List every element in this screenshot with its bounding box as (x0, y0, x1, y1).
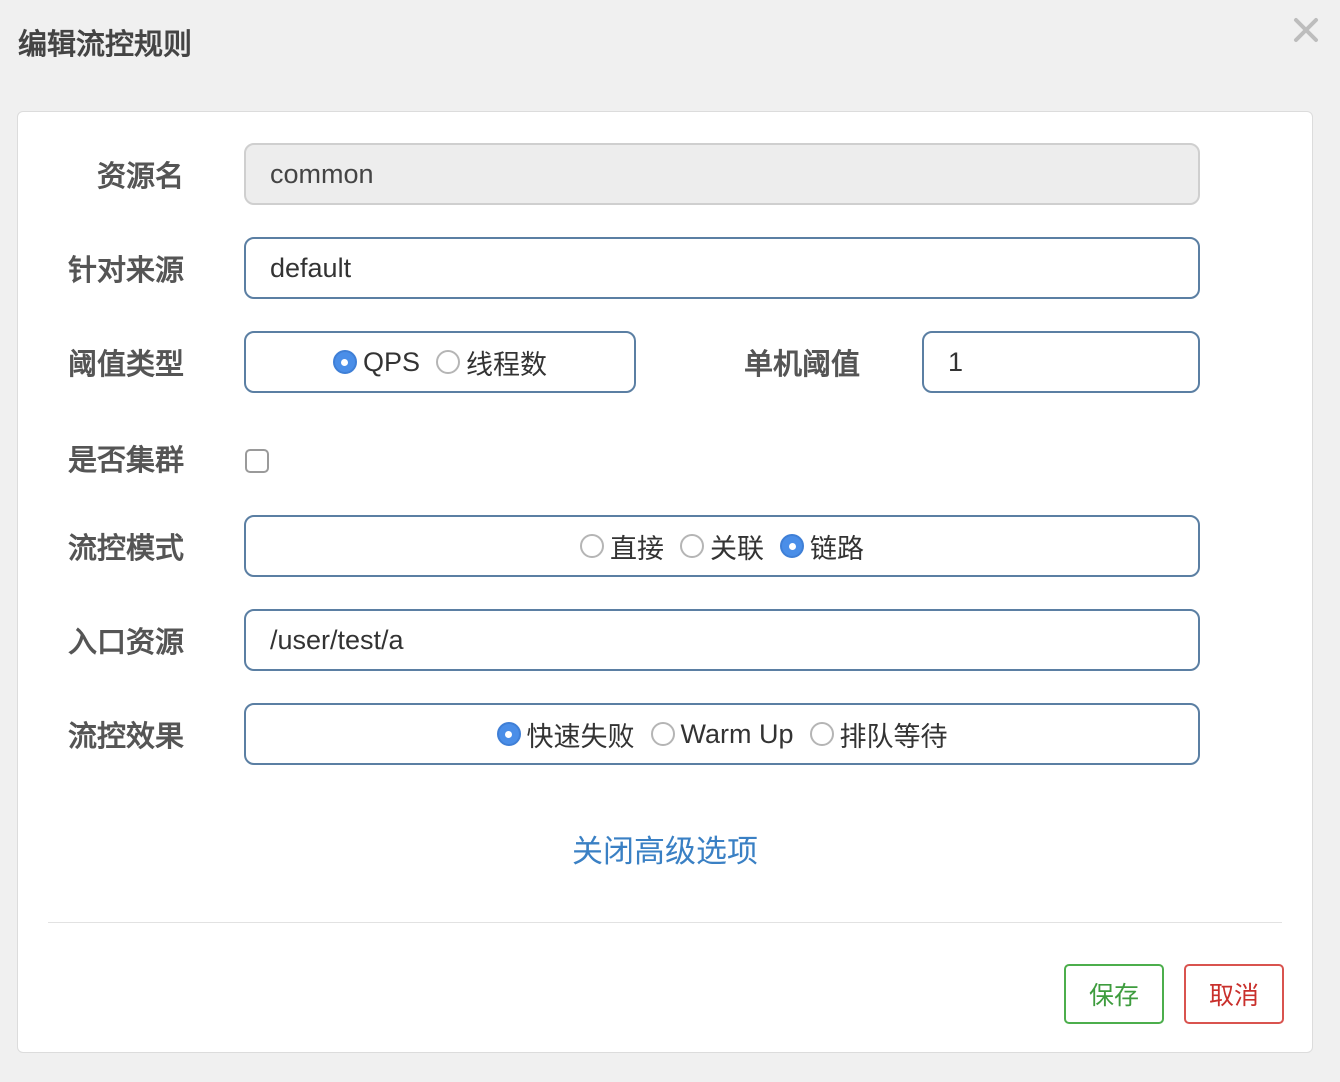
resource-input[interactable] (244, 143, 1200, 205)
radio-label: 关联 (710, 533, 764, 564)
threshold-type-group: QPS 线程数 (244, 331, 636, 393)
radio-label: 线程数 (466, 349, 548, 380)
flow-mode-chain[interactable]: 链路 (780, 527, 864, 566)
save-button[interactable]: 保存 (1064, 964, 1164, 1024)
threshold-type-qps[interactable]: QPS (332, 346, 421, 378)
rule-form-panel: 资源名 针对来源 阈值类型 QPS 线程数 单机阈值 是否集群 流控模式 直接 … (17, 111, 1313, 1053)
origin-input[interactable] (244, 237, 1200, 299)
single-threshold-label: 单机阈值 (743, 347, 860, 381)
flow-mode-label: 流控模式 (67, 531, 184, 565)
radio-label: 快速失败 (526, 721, 635, 752)
entry-resource-input[interactable] (244, 609, 1200, 671)
radio-label: Warm Up (680, 718, 794, 749)
flow-effect-group: 快速失败 Warm Up 排队等待 (244, 703, 1200, 765)
flow-effect-queue[interactable]: 排队等待 (809, 715, 948, 754)
cluster-checkbox[interactable] (245, 449, 269, 473)
threshold-type-label: 阈值类型 (67, 347, 184, 381)
radio-label: QPS (362, 346, 421, 377)
radio-checked-icon (780, 534, 804, 558)
radio-unchecked-icon (580, 534, 604, 558)
entry-resource-label: 入口资源 (67, 625, 184, 659)
radio-checked-icon (496, 722, 521, 746)
radio-unchecked-icon (650, 722, 675, 746)
footer-divider (48, 922, 1282, 923)
dialog-title: 编辑流控规则 (18, 27, 193, 61)
flow-mode-group: 直接 关联 链路 (244, 515, 1200, 577)
threshold-type-threads[interactable]: 线程数 (436, 343, 547, 382)
radio-label: 直接 (610, 533, 664, 564)
close-icon[interactable] (1288, 12, 1324, 48)
flow-effect-fail-fast[interactable]: 快速失败 (496, 715, 635, 754)
radio-label: 链路 (810, 533, 864, 564)
cluster-label: 是否集群 (67, 443, 184, 477)
resource-label: 资源名 (96, 159, 184, 193)
radio-unchecked-icon (436, 350, 461, 374)
radio-label: 排队等待 (839, 721, 948, 752)
flow-mode-relate[interactable]: 关联 (680, 527, 764, 566)
single-threshold-input[interactable] (922, 331, 1200, 393)
flow-effect-label: 流控效果 (67, 719, 184, 753)
close-advanced-options-link[interactable]: 关闭高级选项 (18, 826, 1312, 871)
radio-unchecked-icon (809, 722, 834, 746)
flow-mode-direct[interactable]: 直接 (580, 527, 664, 566)
origin-label: 针对来源 (67, 253, 184, 287)
cancel-button[interactable]: 取消 (1184, 964, 1284, 1024)
radio-checked-icon (332, 350, 357, 374)
flow-effect-warm-up[interactable]: Warm Up (650, 718, 794, 750)
radio-unchecked-icon (680, 534, 704, 558)
